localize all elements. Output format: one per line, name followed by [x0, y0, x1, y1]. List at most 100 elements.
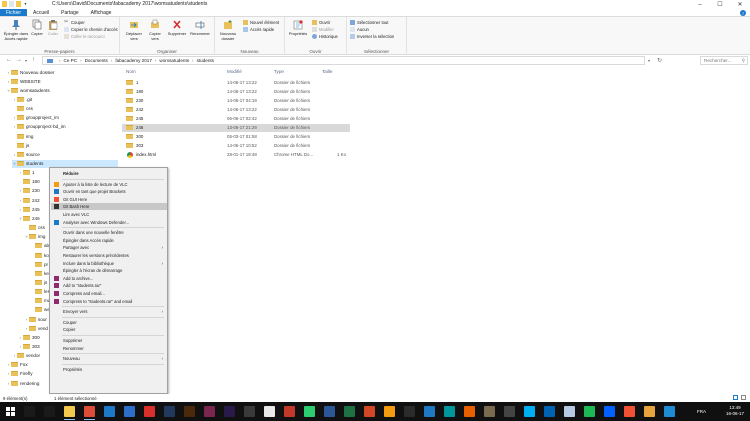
terminal-icon[interactable]: [404, 406, 415, 417]
brackets-icon[interactable]: [424, 406, 435, 417]
column-header-size[interactable]: Taille: [322, 69, 332, 74]
nav-item[interactable]: › WEBSITE: [6, 77, 118, 85]
skype-icon[interactable]: [524, 406, 535, 417]
file-row[interactable]: 180 14-06-17 13:22 Dossier de fichiers: [122, 87, 350, 95]
file-row[interactable]: 1 14-06-17 13:22 Dossier de fichiers: [122, 78, 350, 86]
menu-item[interactable]: Ouvrir dans une nouvelle fenêtre: [51, 229, 167, 236]
file-row[interactable]: 246 13-06-17 21:29 Dossier de fichiers: [122, 123, 350, 132]
calculator-icon[interactable]: [504, 406, 515, 417]
menu-item[interactable]: Renommer: [51, 345, 167, 352]
select-all-button[interactable]: Sélectionner tout: [350, 20, 388, 25]
column-header-modified[interactable]: Modifié: [227, 69, 242, 74]
dropbox-icon[interactable]: [604, 406, 615, 417]
menu-item[interactable]: Copier: [51, 326, 167, 333]
search-input[interactable]: Rechercher... ⚲: [700, 56, 748, 65]
breadcrumb-pc[interactable]: Ce PC: [64, 58, 78, 63]
mail-icon[interactable]: [544, 406, 555, 417]
invert-selection-button[interactable]: Inverser la sélection: [350, 34, 394, 39]
nav-item[interactable]: css: [12, 105, 118, 113]
excel-icon[interactable]: [344, 406, 355, 417]
sketchup-icon[interactable]: [284, 406, 295, 417]
breadcrumb-fabacademy[interactable]: fabacademy 2017: [115, 58, 152, 63]
vlc-icon[interactable]: [384, 406, 395, 417]
premiere-icon[interactable]: [224, 406, 235, 417]
history-button[interactable]: Historique: [312, 34, 338, 39]
menu-item[interactable]: Nouveau ›: [51, 355, 167, 362]
menu-item[interactable]: Git Bash Here: [51, 203, 167, 211]
address-dropdown-icon[interactable]: ▾: [648, 58, 650, 63]
spotify-icon[interactable]: [584, 406, 595, 417]
new-folder-qat-icon[interactable]: [16, 1, 21, 7]
rename-button[interactable]: Renommer: [189, 19, 211, 36]
file-row[interactable]: index.html 28-01-17 18:48 Chrome HTML Do..…: [122, 151, 350, 159]
open-button[interactable]: Ouvrir: [312, 20, 330, 25]
qat-chevron-icon[interactable]: ▾: [23, 1, 28, 7]
menu-item[interactable]: Ouvrir en tant que projet Brackets: [51, 188, 167, 195]
minimize-button[interactable]: –: [690, 0, 710, 9]
task-view-icon[interactable]: [44, 406, 55, 417]
help-icon[interactable]: ?: [740, 10, 746, 16]
menu-item[interactable]: Add to "students.rar": [51, 282, 167, 289]
menu-item[interactable]: Épingler à l'écran de démarrage: [51, 267, 167, 274]
address-bar[interactable]: › Ce PC › Documents › fabacademy 2017 › …: [42, 56, 645, 65]
menu-item[interactable]: Partager avec ›: [51, 244, 167, 251]
menu-item[interactable]: Compress and email...: [51, 290, 167, 297]
maximize-button[interactable]: ☐: [710, 0, 730, 9]
close-button[interactable]: ✕: [730, 0, 750, 9]
word-icon[interactable]: [324, 406, 335, 417]
git-icon[interactable]: [624, 406, 635, 417]
tab-file[interactable]: Fichier: [0, 9, 28, 16]
pin-quick-access-button[interactable]: Épingler dans Accès rapide: [2, 19, 30, 41]
powerpoint-icon[interactable]: [364, 406, 375, 417]
paste-button[interactable]: Coller: [46, 19, 60, 36]
file-row[interactable]: 230 14-06-17 04:19 Dossier de fichiers: [122, 96, 350, 104]
menu-item[interactable]: Analyser avec Windows Defender...: [51, 219, 167, 226]
nav-item[interactable]: › Nouveau dossier: [6, 68, 118, 76]
menu-item[interactable]: Compress to "students.rar" and email: [51, 298, 167, 305]
menu-item[interactable]: Envoyer vers ›: [51, 308, 167, 315]
file-row[interactable]: 303 14-06-17 10:52 Dossier de fichiers: [122, 142, 350, 150]
menu-item[interactable]: Épingler dans Accès rapide: [51, 237, 167, 244]
breadcrumb-documents[interactable]: Documents: [85, 58, 108, 63]
menu-item[interactable]: Restaurer les versions précédentes: [51, 252, 167, 259]
input-language[interactable]: FRA: [697, 409, 706, 414]
paint-icon[interactable]: [644, 406, 655, 417]
gimp-icon[interactable]: [484, 406, 495, 417]
breadcrumb-womsatudents[interactable]: womsatudents: [159, 58, 189, 63]
edit-button[interactable]: Modifier: [312, 27, 334, 32]
new-folder-button[interactable]: Nouveau dossier: [217, 19, 239, 41]
nav-item[interactable]: › groupproject-bd_im: [12, 123, 118, 131]
properties-qat-icon[interactable]: [9, 1, 14, 7]
menu-item[interactable]: Add to archive...: [51, 275, 167, 282]
back-arrow-icon[interactable]: ←: [6, 57, 12, 63]
store-icon[interactable]: [124, 406, 135, 417]
nav-item[interactable]: ˅ womsatudents: [6, 86, 118, 94]
menu-item[interactable]: Inclure dans la bibliothèque ›: [51, 260, 167, 267]
new-item-button[interactable]: Nouvel élément: [243, 20, 279, 25]
indesign-icon[interactable]: [204, 406, 215, 417]
forward-arrow-icon[interactable]: →: [16, 57, 22, 63]
inkscape-icon[interactable]: [264, 406, 275, 417]
move-to-button[interactable]: Déplacer vers: [124, 19, 144, 41]
clock[interactable]: 13:49 16-06-17: [726, 405, 744, 417]
copy-button[interactable]: Copier: [30, 19, 44, 36]
menu-item[interactable]: Git GUI Here: [51, 196, 167, 203]
photoshop-icon[interactable]: [164, 406, 175, 417]
nav-item[interactable]: › source: [12, 150, 118, 158]
up-arrow-icon[interactable]: ↑: [32, 57, 35, 63]
cut-button[interactable]: ✂ Couper: [64, 20, 85, 26]
nav-item[interactable]: › groupproject_im: [12, 114, 118, 122]
properties-button[interactable]: Propriétés: [287, 19, 309, 36]
file-row[interactable]: 242 14-06-17 13:22 Dossier de fichiers: [122, 105, 350, 113]
menu-item[interactable]: Couper: [51, 319, 167, 326]
nav-item[interactable]: js: [12, 141, 118, 149]
menu-item[interactable]: Ajouter à la liste de lecture de VLC: [51, 181, 167, 188]
copy-to-button[interactable]: Copier vers: [146, 19, 164, 41]
file-explorer-icon[interactable]: [64, 406, 75, 420]
refresh-icon[interactable]: ↻: [657, 57, 662, 64]
recent-locations-icon[interactable]: ▾: [25, 58, 27, 63]
menu-item[interactable]: Propriétés: [51, 366, 167, 373]
arduino-icon[interactable]: [444, 406, 455, 417]
details-view-icon[interactable]: [733, 395, 738, 400]
nav-item[interactable]: img: [12, 132, 118, 140]
